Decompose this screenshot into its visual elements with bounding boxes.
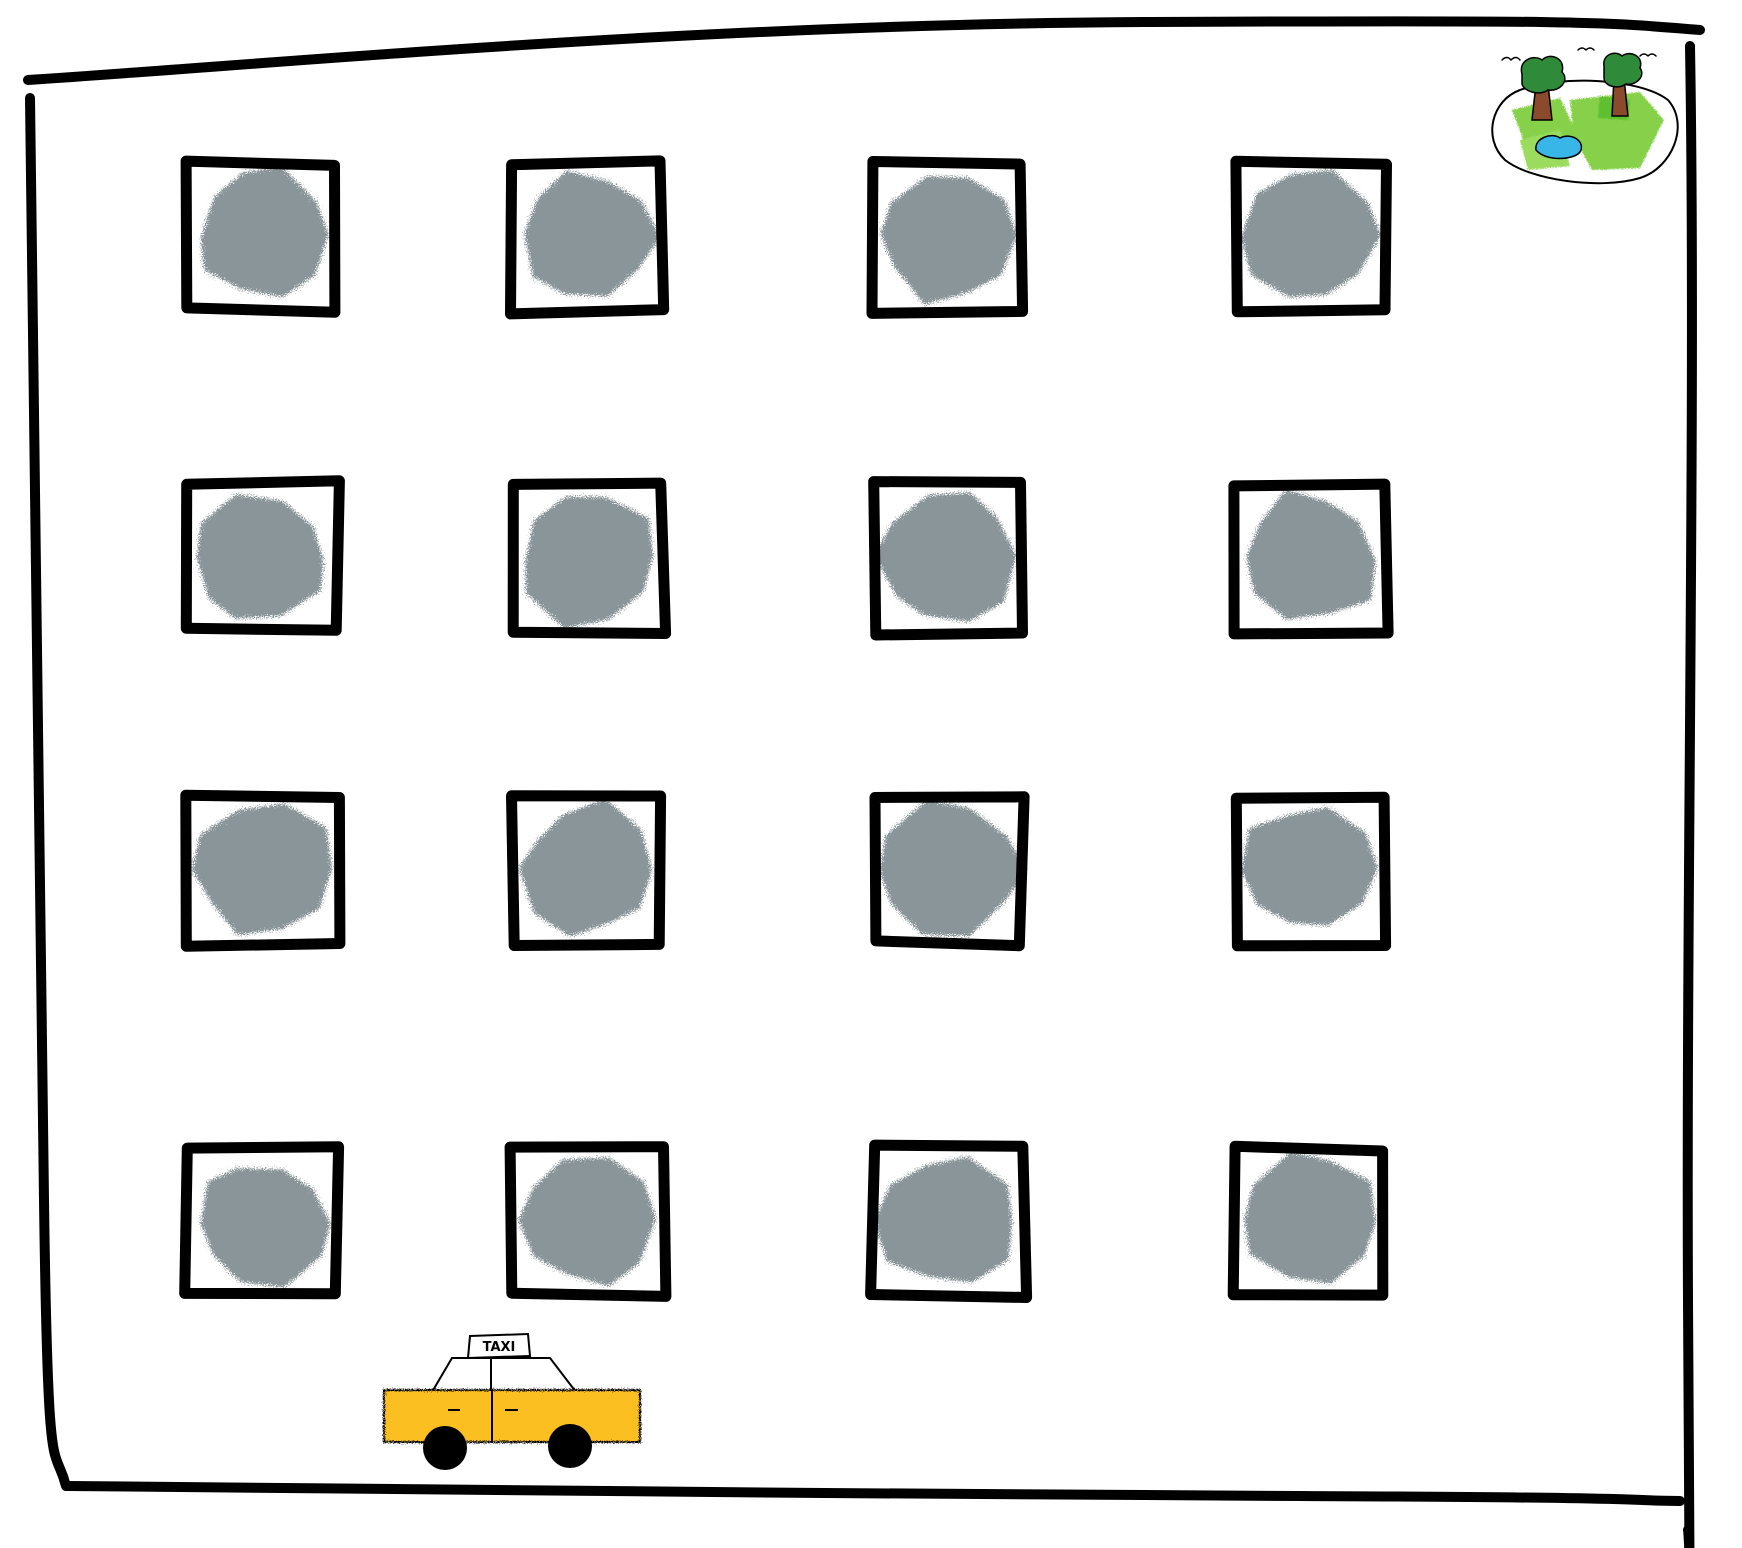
taxi-wheel-rear — [548, 1424, 592, 1468]
taxi-wheel-front — [423, 1426, 467, 1470]
drawing-canvas: TAXI — [0, 0, 1742, 1548]
window — [1228, 478, 1394, 640]
window — [866, 156, 1029, 319]
window-glass — [200, 166, 329, 298]
building-left-edge — [25, 93, 71, 1491]
window-glass — [1241, 807, 1378, 926]
window — [1230, 155, 1392, 318]
window-glass — [196, 494, 324, 619]
window-glass — [191, 803, 333, 936]
tree-canopy — [1603, 52, 1643, 88]
window-glass — [874, 1156, 1013, 1283]
window — [1230, 791, 1392, 952]
window — [504, 1141, 672, 1302]
window — [506, 790, 667, 951]
building-bottom-edge — [63, 1481, 1685, 1506]
window-glass — [880, 176, 1017, 305]
window — [505, 155, 670, 320]
window — [868, 476, 1028, 641]
window-glass — [874, 492, 1017, 622]
window — [180, 155, 341, 318]
window-glass — [525, 496, 654, 629]
tree-canopy — [1520, 55, 1566, 94]
taxi-body — [383, 1389, 641, 1443]
city-block-diagram: TAXI — [23, 16, 1705, 1548]
window-glass — [1246, 489, 1376, 620]
window — [180, 475, 345, 636]
window-glass — [1240, 169, 1382, 298]
windows-grid — [179, 155, 1394, 1303]
window — [865, 1139, 1033, 1303]
park-icon — [1491, 47, 1679, 185]
window-glass — [200, 1168, 331, 1288]
window — [1227, 1140, 1389, 1301]
window — [869, 791, 1030, 952]
building-right-edge — [1682, 41, 1697, 1548]
window-glass — [1244, 1151, 1376, 1284]
window — [180, 789, 346, 952]
taxi-sign-label: TAXI — [483, 1340, 516, 1355]
bird — [1639, 53, 1657, 57]
taxi-icon: TAXI — [383, 1332, 641, 1470]
window-glass — [524, 170, 661, 297]
building-top-edge — [23, 16, 1705, 85]
window — [507, 477, 672, 639]
pond-icon — [1535, 134, 1583, 160]
window — [179, 1141, 345, 1300]
window-glass — [518, 798, 653, 937]
bird — [1577, 47, 1595, 51]
bird — [1501, 56, 1521, 61]
taxi-cabin — [430, 1357, 579, 1393]
window-glass — [879, 800, 1027, 937]
window-glass — [518, 1157, 656, 1287]
